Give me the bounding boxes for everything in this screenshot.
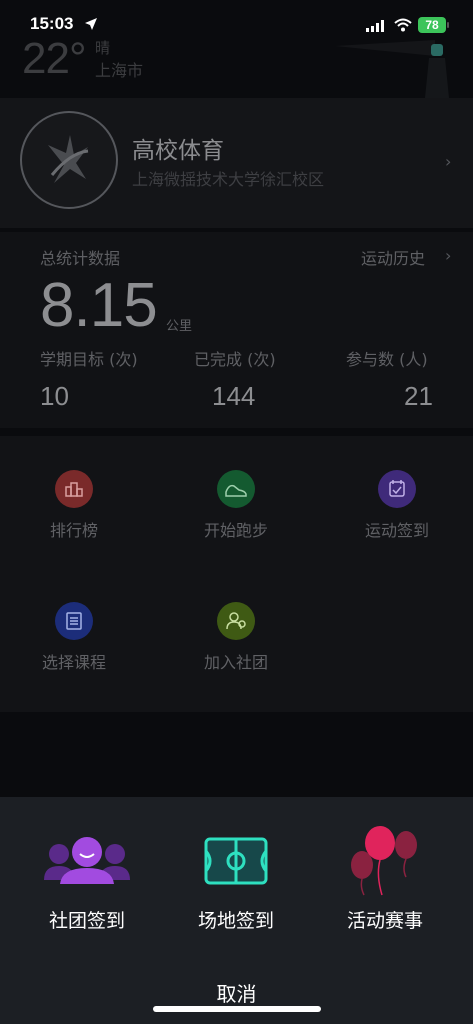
participants-label: 参与数 (人) xyxy=(346,350,428,369)
menu-label-start-run[interactable]: 开始跑步 xyxy=(176,517,296,541)
completed-value: 144 xyxy=(212,381,256,411)
soccer-field-icon[interactable] xyxy=(204,837,268,885)
club-checkin-label[interactable]: 社团签到 xyxy=(27,906,147,933)
status-time: 15:03 xyxy=(30,14,74,33)
semester-goal-label: 学期目标 (次) xyxy=(40,350,138,369)
balloons-icon[interactable] xyxy=(350,825,420,897)
distance-unit: 公里 xyxy=(166,319,193,334)
club-people-icon[interactable] xyxy=(44,834,130,886)
school-logo xyxy=(20,111,118,209)
chevron-right-icon: › xyxy=(445,152,452,171)
menu-label-course[interactable]: 选择课程 xyxy=(14,649,134,673)
stats-title: 总统计数据 xyxy=(40,249,121,268)
battery-tip xyxy=(447,22,449,28)
completed-label: 已完成 (次) xyxy=(194,350,276,369)
home-indicator[interactable] xyxy=(153,1006,321,1012)
lighthouse-icon xyxy=(335,40,449,98)
weather-city: 上海市 xyxy=(95,61,144,80)
menu-label-join-club[interactable]: 加入社团 xyxy=(176,649,296,673)
shoe-icon[interactable] xyxy=(217,470,255,508)
temperature: 22° xyxy=(22,34,87,83)
group-icon[interactable] xyxy=(217,602,255,640)
ranking-icon[interactable] xyxy=(55,470,93,508)
events-label[interactable]: 活动赛事 xyxy=(325,906,445,933)
school-campus: 上海微揺技术大学徐汇校区 xyxy=(132,170,325,189)
history-chevron-icon: › xyxy=(445,246,452,265)
calendar-check-icon[interactable] xyxy=(378,470,416,508)
star-logo-icon xyxy=(48,135,89,183)
venue-checkin-label[interactable]: 场地签到 xyxy=(176,906,296,933)
menu-label-ranking[interactable]: 排行榜 xyxy=(14,517,134,541)
participants-value: 21 xyxy=(404,381,433,411)
school-title: 高校体育 xyxy=(132,138,224,164)
history-link[interactable]: 运动历史 xyxy=(361,245,425,269)
course-list-icon[interactable] xyxy=(55,602,93,640)
semester-goal-value: 10 xyxy=(40,381,69,411)
weather-condition: 晴 xyxy=(95,39,111,57)
cancel-button[interactable]: 取消 xyxy=(0,978,473,1007)
menu-label-checkin[interactable]: 运动签到 xyxy=(337,517,457,541)
location-arrow-icon xyxy=(85,18,97,30)
total-distance: 8.15 xyxy=(40,271,158,340)
